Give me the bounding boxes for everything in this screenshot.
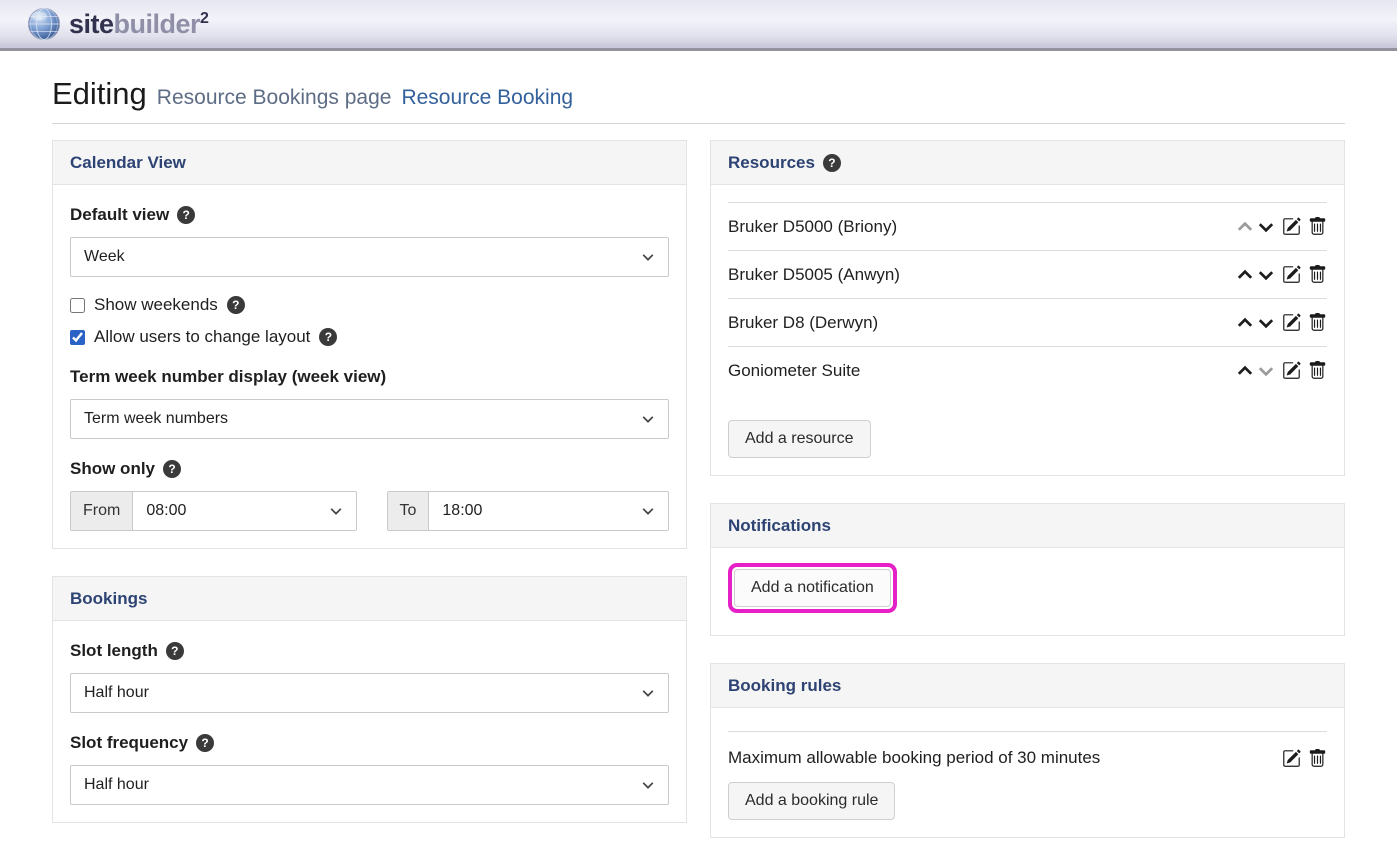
edit-icon[interactable] <box>1282 217 1301 236</box>
resources-list: Bruker D5000 (Briony) Bruker D5005 (Anwy… <box>728 202 1327 394</box>
default-view-label: Default view <box>70 205 669 225</box>
edit-icon[interactable] <box>1282 313 1301 332</box>
edit-icon[interactable] <box>1282 265 1301 284</box>
logo-wordmark: sitebuilder2 <box>69 9 208 40</box>
chevron-down-icon <box>641 504 655 518</box>
chevron-down-icon <box>641 250 655 264</box>
booking-rule-row: Maximum allowable booking period of 30 m… <box>728 731 1327 782</box>
chevron-down-icon <box>641 686 655 700</box>
heading-divider <box>52 123 1345 124</box>
resource-name: Goniometer Suite <box>728 361 860 381</box>
show-only-from-group: From 08:00 <box>70 491 357 531</box>
notifications-panel: Notifications Add a notification <box>710 503 1345 636</box>
move-up-icon[interactable] <box>1236 314 1254 332</box>
page-subtitle: Resource Bookings page <box>157 86 392 110</box>
move-up-icon[interactable] <box>1236 362 1254 380</box>
help-icon[interactable] <box>319 328 337 346</box>
from-time-select[interactable]: 08:00 <box>133 492 355 530</box>
allow-layout-row: Allow users to change layout <box>70 327 669 347</box>
globe-icon <box>27 7 61 41</box>
annotation-highlight-box: Add a notification <box>728 563 897 613</box>
term-week-label: Term week number display (week view) <box>70 367 669 387</box>
from-addon-label: From <box>71 492 133 530</box>
help-icon[interactable] <box>196 734 214 752</box>
slot-frequency-label: Slot frequency <box>70 733 669 753</box>
show-weekends-row: Show weekends <box>70 295 669 315</box>
calendar-view-panel: Calendar View Default view Week Show wee… <box>52 140 687 549</box>
calendar-view-header: Calendar View <box>53 141 686 185</box>
move-down-icon[interactable] <box>1257 266 1275 284</box>
edit-icon[interactable] <box>1282 749 1301 768</box>
resource-name: Bruker D5005 (Anwyn) <box>728 265 900 285</box>
notifications-header: Notifications <box>711 504 1344 548</box>
show-weekends-label: Show weekends <box>94 295 218 315</box>
delete-icon[interactable] <box>1308 313 1327 332</box>
add-booking-rule-button[interactable]: Add a booking rule <box>728 782 895 820</box>
show-only-label: Show only <box>70 459 669 479</box>
resources-title: Resources <box>728 153 815 173</box>
resource-row: Bruker D5000 (Briony) <box>728 202 1327 250</box>
move-down-icon[interactable] <box>1257 218 1275 236</box>
resource-row: Goniometer Suite <box>728 346 1327 394</box>
booking-rules-panel: Booking rules Maximum allowable booking … <box>710 663 1345 838</box>
delete-icon[interactable] <box>1308 217 1327 236</box>
calendar-view-title: Calendar View <box>70 153 186 173</box>
page-title: Editing <box>52 76 147 112</box>
page-name-link[interactable]: Resource Booking <box>401 86 573 110</box>
delete-icon[interactable] <box>1308 361 1327 380</box>
resources-panel: Resources Bruker D5000 (Briony) Bruker D… <box>710 140 1345 476</box>
edit-icon[interactable] <box>1282 361 1301 380</box>
resources-header: Resources <box>711 141 1344 185</box>
show-weekends-checkbox[interactable] <box>70 298 85 313</box>
help-icon[interactable] <box>823 154 841 172</box>
chevron-down-icon <box>641 412 655 426</box>
top-brand-bar: sitebuilder2 <box>0 0 1397 51</box>
help-icon[interactable] <box>227 296 245 314</box>
delete-icon[interactable] <box>1308 749 1327 768</box>
bookings-panel: Bookings Slot length Half hour Slot freq… <box>52 576 687 823</box>
resource-name: Bruker D8 (Derwyn) <box>728 313 878 333</box>
bookings-header: Bookings <box>53 577 686 621</box>
allow-layout-label: Allow users to change layout <box>94 327 310 347</box>
delete-icon[interactable] <box>1308 265 1327 284</box>
help-icon[interactable] <box>166 642 184 660</box>
slot-length-label: Slot length <box>70 641 669 661</box>
slot-frequency-select[interactable]: Half hour <box>70 765 669 805</box>
booking-rules-header: Booking rules <box>711 664 1344 708</box>
add-resource-button[interactable]: Add a resource <box>728 420 871 458</box>
move-up-icon <box>1236 218 1254 236</box>
to-addon-label: To <box>388 492 430 530</box>
booking-rule-name: Maximum allowable booking period of 30 m… <box>728 748 1100 768</box>
slot-length-select[interactable]: Half hour <box>70 673 669 713</box>
to-time-select[interactable]: 18:00 <box>429 492 668 530</box>
chevron-down-icon <box>641 778 655 792</box>
help-icon[interactable] <box>163 460 181 478</box>
help-icon[interactable] <box>177 206 195 224</box>
bookings-title: Bookings <box>70 589 147 609</box>
resource-name: Bruker D5000 (Briony) <box>728 217 897 237</box>
notifications-title: Notifications <box>728 516 831 536</box>
move-up-icon[interactable] <box>1236 266 1254 284</box>
move-down-icon[interactable] <box>1257 314 1275 332</box>
resource-row: Bruker D5005 (Anwyn) <box>728 250 1327 298</box>
booking-rules-title: Booking rules <box>728 676 841 696</box>
add-notification-button[interactable]: Add a notification <box>734 569 891 607</box>
allow-layout-checkbox[interactable] <box>70 330 85 345</box>
sitebuilder-logo[interactable]: sitebuilder2 <box>27 7 208 41</box>
chevron-down-icon <box>329 504 343 518</box>
show-only-to-group: To 18:00 <box>387 491 670 531</box>
resource-row: Bruker D8 (Derwyn) <box>728 298 1327 346</box>
move-down-icon <box>1257 362 1275 380</box>
term-week-select[interactable]: Term week numbers <box>70 399 669 439</box>
default-view-select[interactable]: Week <box>70 237 669 277</box>
